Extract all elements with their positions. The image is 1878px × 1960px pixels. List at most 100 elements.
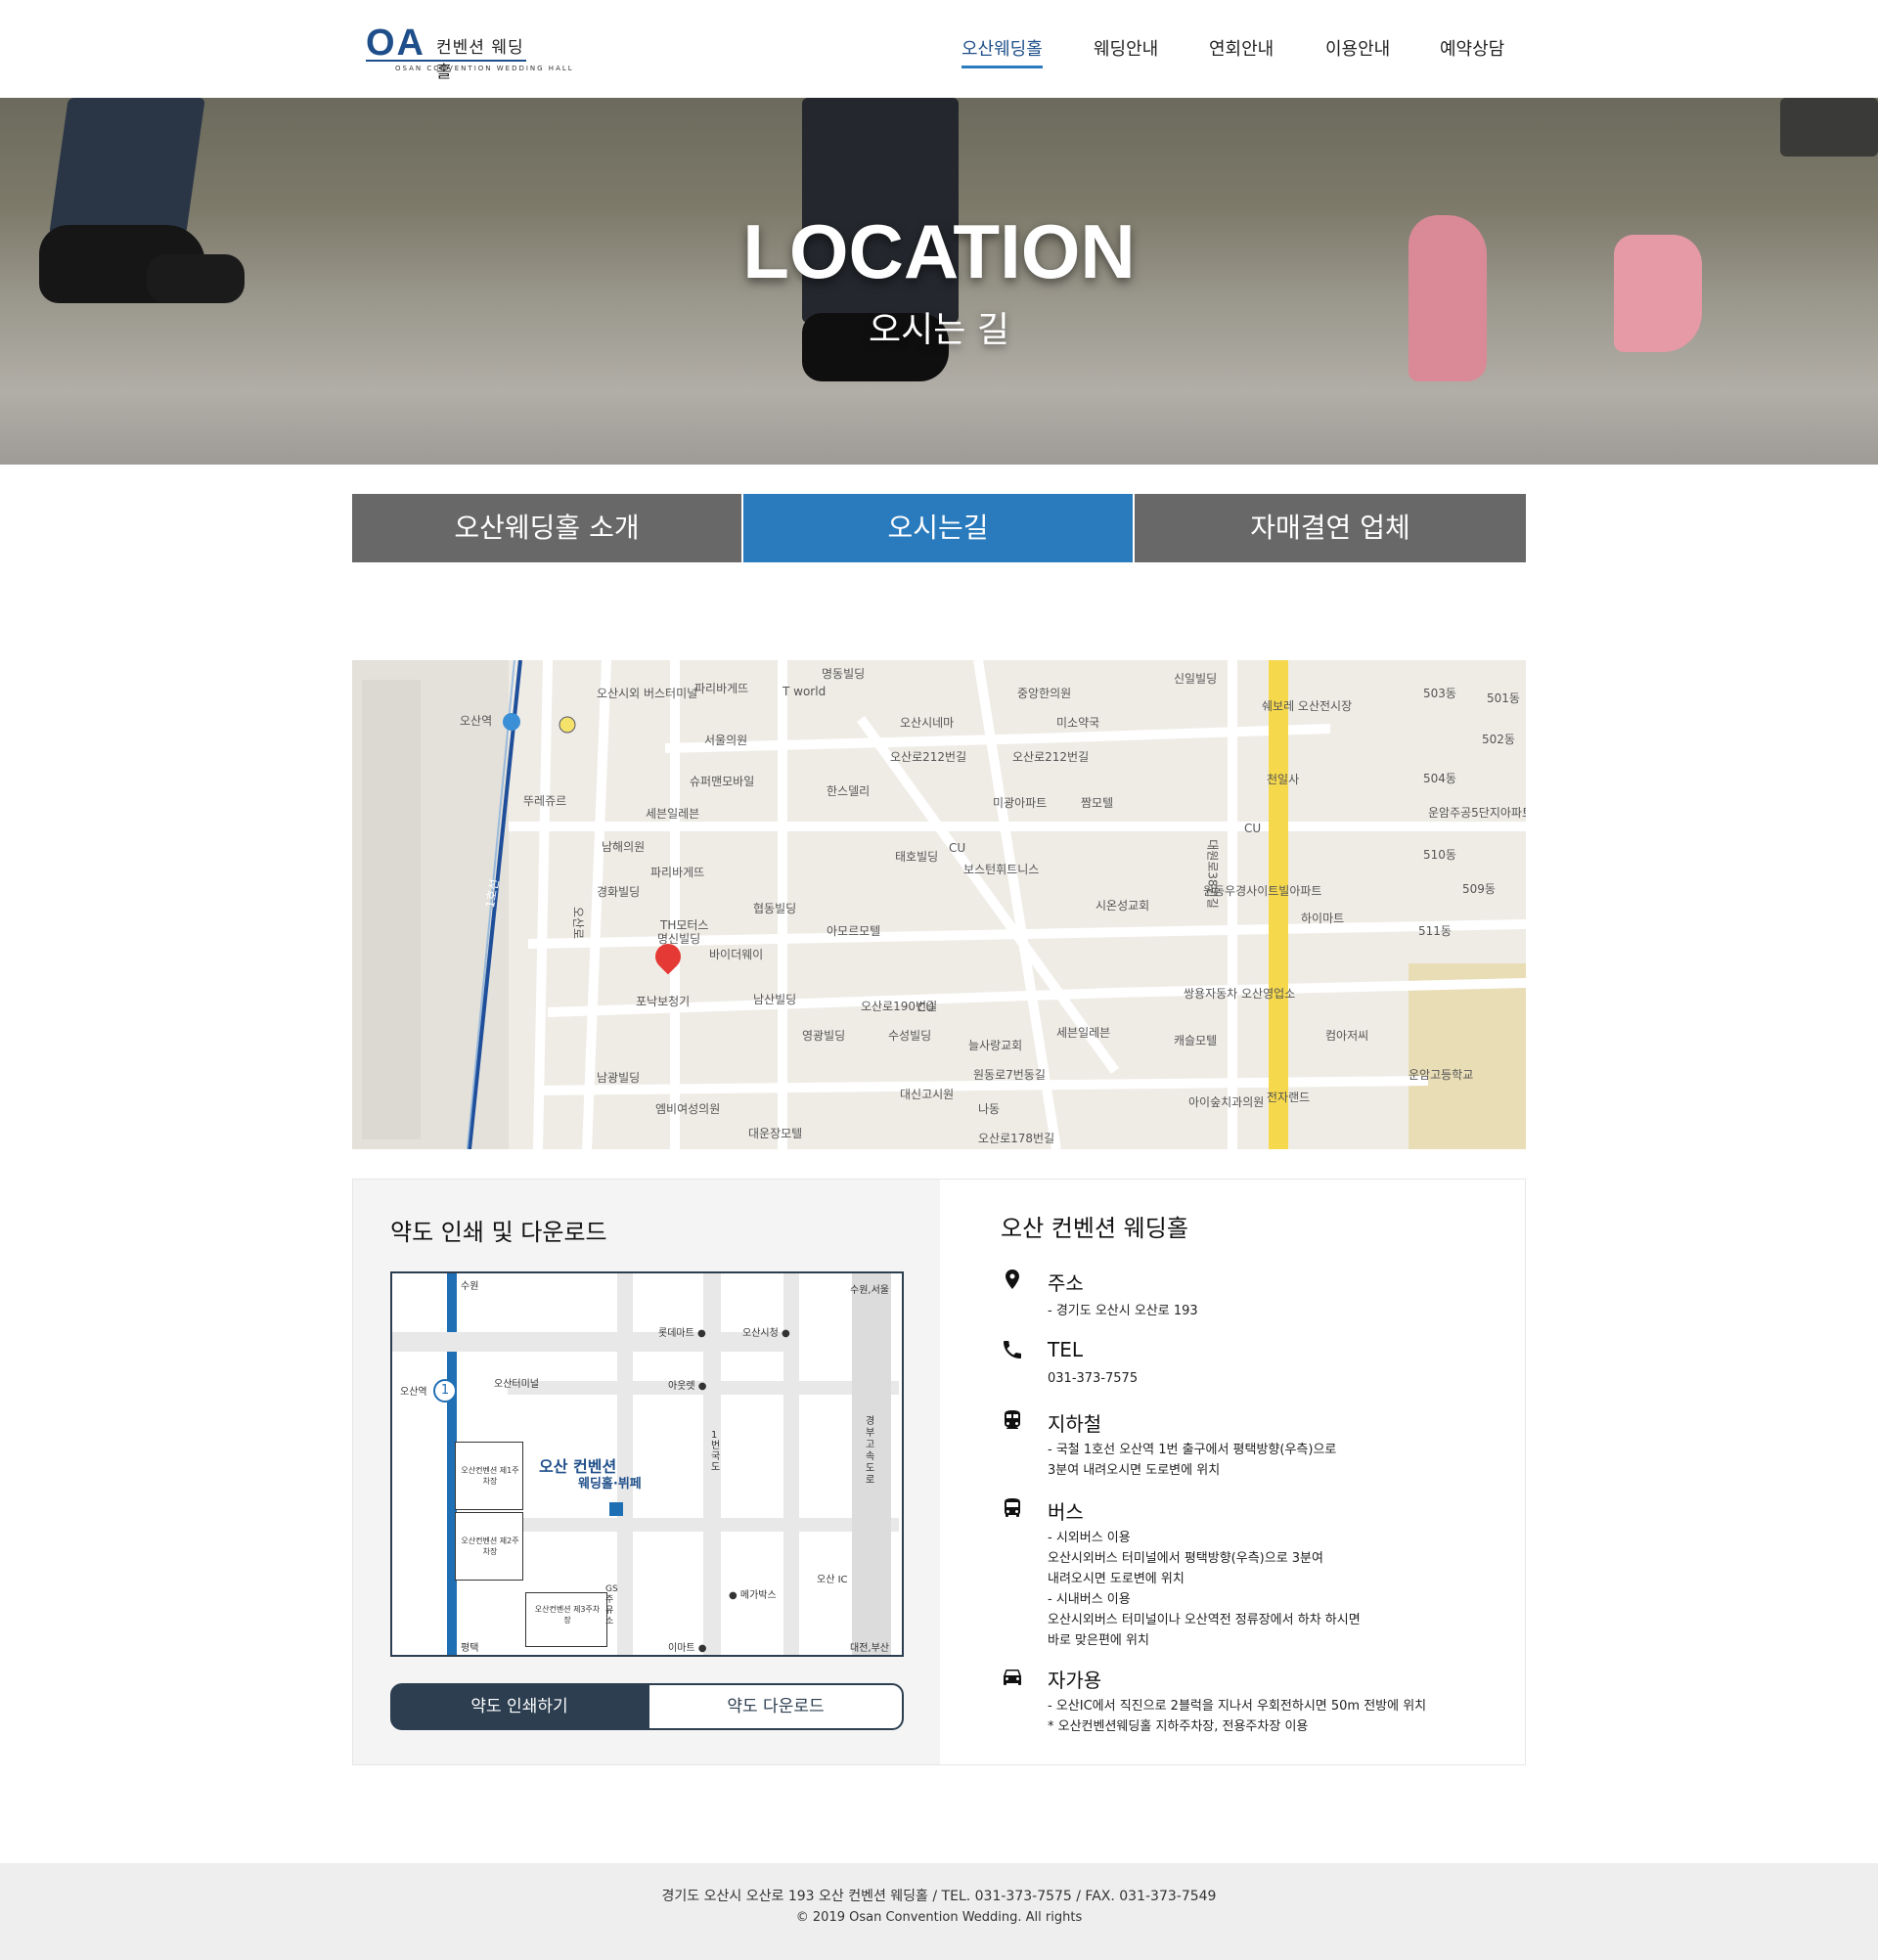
rough-map-label: 아웃렛 ● <box>668 1381 707 1392</box>
site-header: OA 컨벤션 웨딩홀 OSAN CONVENTION WEDDING HALL … <box>0 0 1878 98</box>
map-poi-label: 오산시외 버스터미널 <box>597 687 698 700</box>
map-poi-label: 경화빌딩 <box>597 885 641 899</box>
map-poi-label: 아이숲치과의원 <box>1188 1095 1265 1109</box>
info-car-text: - 오산IC에서 직진으로 2블럭을 지나서 우회전하시면 50m 전방에 위치… <box>1048 1699 1427 1734</box>
info-tel-heading: TEL <box>1048 1338 1083 1361</box>
hero-title: LOCATION <box>742 208 1136 294</box>
rough-map-road <box>617 1273 633 1655</box>
rough-map-label: 오산 IC <box>817 1575 848 1585</box>
map-poi-label: 영광빌딩 <box>802 1029 846 1043</box>
bus-icon <box>1005 1498 1020 1517</box>
rough-map-station-badge: 1 <box>433 1379 457 1403</box>
map-poi-label: 남산빌딩 <box>753 993 797 1006</box>
map-poi-label: 늘사랑교회 <box>968 1039 1023 1052</box>
map-poi-label: 남해의원 <box>602 840 646 854</box>
map-poi-label: 수성빌딩 <box>888 1029 932 1043</box>
map-poi-label: 파리바게뜨 <box>650 866 705 879</box>
info-bus-heading: 버스 <box>1048 1500 1084 1524</box>
map-streets <box>352 660 1526 1149</box>
nav-item-osan-wedding-hall[interactable]: 오산웨딩홀 <box>961 35 1043 68</box>
map-poi-label: 보스턴휘트니스 <box>963 863 1040 876</box>
map-poi-label: 캐슬모텔 <box>1174 1034 1218 1047</box>
map-poi-label: 천일사 <box>1267 773 1300 786</box>
map-poi-label: 하이마트 <box>1301 912 1345 925</box>
logo-mark: OA <box>366 22 425 64</box>
map-poi-label: 서울의원 <box>704 734 748 747</box>
rough-map: 1 수원 수원,서울 오산역 롯데마트 ● 오산시청 ● 오산터미널 아웃렛 ●… <box>390 1271 904 1657</box>
site-logo[interactable]: OA 컨벤션 웨딩홀 OSAN CONVENTION WEDDING HALL <box>366 22 572 82</box>
map-poi-label: 대운장모텔 <box>748 1127 803 1140</box>
map-poi-label: 대신고시원 <box>900 1088 955 1101</box>
hero-photo-bench <box>1780 98 1878 156</box>
tab-location[interactable]: 오시는길 <box>743 494 1133 562</box>
nav-item-banquet-guide[interactable]: 연회안내 <box>1209 35 1274 61</box>
map-poi-label: 뚜레쥬르 <box>523 794 567 808</box>
car-icon <box>1004 1670 1021 1685</box>
rough-map-venue-marker <box>609 1502 623 1516</box>
map-poi-label: 511동 <box>1418 924 1452 938</box>
directions-panel: 약도 인쇄 및 다운로드 1 수원 수원,서울 오산역 롯데마트 ● 오산시청 … <box>353 1180 940 1764</box>
map-poi-label: CU <box>917 1001 935 1014</box>
rough-map-label: 수원,서울 <box>850 1285 889 1296</box>
rough-map-label: 오산역 <box>400 1387 427 1398</box>
map-poi-label: T world <box>782 685 827 698</box>
rough-map-label: 오산컨벤션 제1주차장 <box>461 1466 519 1486</box>
nav-item-usage-guide[interactable]: 이용안내 <box>1325 35 1390 61</box>
nav-item-wedding-guide[interactable]: 웨딩안내 <box>1094 35 1158 61</box>
rough-map-road <box>392 1332 783 1352</box>
info-address-text: - 경기도 오산시 오산로 193 <box>1048 1304 1198 1318</box>
footer-copyright: © 2019 Osan Convention Wedding. All righ… <box>795 1910 1083 1925</box>
directions-section: 약도 인쇄 및 다운로드 1 수원 수원,서울 오산역 롯데마트 ● 오산시청 … <box>352 1179 1526 1765</box>
map-poi-label: 포낙보청기 <box>636 995 691 1008</box>
phone-icon <box>1004 1341 1021 1359</box>
info-address-heading: 주소 <box>1048 1271 1084 1295</box>
map-poi-label: 미소약국 <box>1056 716 1100 730</box>
map-poi-label: 세븐일레븐 <box>646 807 700 821</box>
map-poi-label: 오산역 <box>460 714 493 728</box>
info-tel-text: 031-373-7575 <box>1048 1371 1139 1386</box>
rough-map-label: ● 메가박스 <box>729 1590 777 1601</box>
rough-map-label: 평택 <box>461 1643 479 1654</box>
location-map[interactable]: 명동빌딩 신일빌딩 오산시외 버스터미널 파리바게뜨 T world 중앙한의원 쉐보레 오… <box>352 660 1526 1149</box>
map-poi-label: CU <box>1244 822 1262 835</box>
info-subway-heading: 지하철 <box>1048 1412 1102 1436</box>
rough-map-label: 경부고속도로 <box>866 1416 875 1486</box>
map-poi-label: 오산로 <box>571 906 586 940</box>
map-poi-label: 전자랜드 <box>1267 1091 1311 1104</box>
nav-item-reservation[interactable]: 예약상담 <box>1440 35 1504 61</box>
map-poi-label: 슈퍼맨모바일 <box>690 775 755 788</box>
map-poi-label: 오산시네마 <box>900 716 955 730</box>
map-poi-label: 원동로7번동길 <box>973 1068 1046 1082</box>
map-poi-label: 남광빌딩 <box>597 1071 641 1085</box>
logo-underline <box>366 60 526 62</box>
logo-name: 컨벤션 웨딩홀 <box>436 38 524 82</box>
map-poi-label: 아모르모텔 <box>827 924 881 938</box>
map-poi-label: 509동 <box>1462 882 1496 896</box>
map-poi-label: 세븐일레븐 <box>1056 1026 1111 1040</box>
rough-map-label: 1번국도 <box>711 1430 721 1473</box>
map-poi-label: 태호빌딩 <box>895 850 939 864</box>
rough-map-label: 오산컨벤션 제3주차장 <box>534 1605 601 1625</box>
download-map-button[interactable]: 약도 다운로드 <box>648 1683 904 1730</box>
rough-map-label: 수원 <box>461 1281 479 1292</box>
rough-map-label: 대전,부산 <box>850 1643 889 1654</box>
map-poi-label: 501동 <box>1487 691 1520 705</box>
tab-partners[interactable]: 자매결연 업체 <box>1135 494 1526 562</box>
map-poi-label: 파리바게뜨 <box>694 682 749 695</box>
map-poi-label: 503동 <box>1423 687 1456 700</box>
subway-icon <box>1005 1410 1020 1429</box>
map-poi-label: 오산로212번길 <box>890 750 967 764</box>
tab-about[interactable]: 오산웨딩홀 소개 <box>352 494 741 562</box>
rough-map-label: 오산컨벤션 제2주차장 <box>461 1537 519 1556</box>
map-poi-label: 쌍용자동차 오산영업소 <box>1184 987 1296 1001</box>
map-poi-label: 엠비여성의원 <box>655 1102 721 1116</box>
info-car-heading: 자가용 <box>1048 1669 1102 1692</box>
hero-subtitle: 오시는 길 <box>869 310 1009 350</box>
print-map-button[interactable]: 약도 인쇄하기 <box>390 1683 648 1730</box>
map-poi-label: 중앙한의원 <box>1017 687 1072 700</box>
map-poi-label: 시온성교회 <box>1096 899 1150 913</box>
rough-map-label: 오산터미널 <box>494 1379 539 1390</box>
logo-subtitle: OSAN CONVENTION WEDDING HALL <box>395 65 574 72</box>
map-poi-label: 바이더웨이 <box>709 948 764 961</box>
info-bus-text: - 시외버스 이용 오산시외버스 터미널에서 평택방향(우측)으로 3분여 내려… <box>1048 1531 1361 1648</box>
